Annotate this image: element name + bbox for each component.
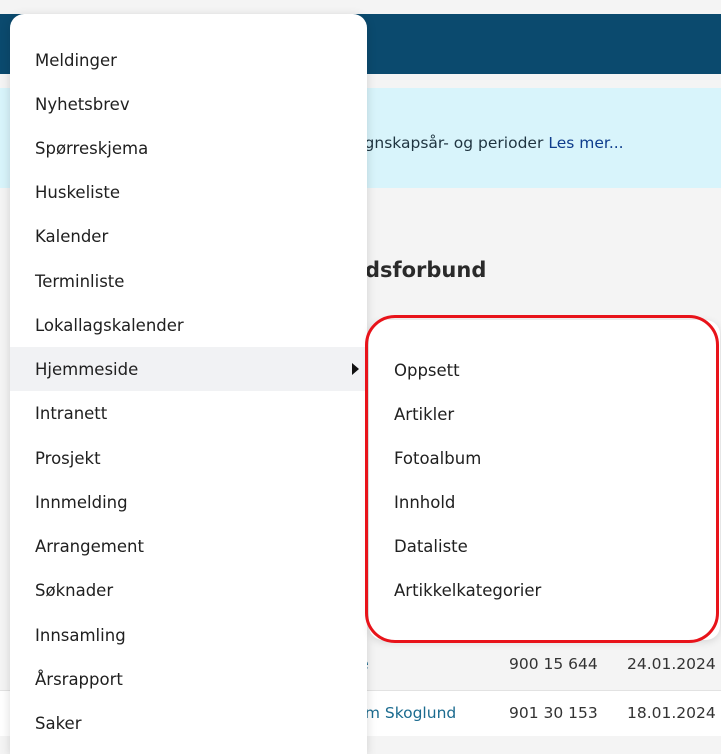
menu-item-label: Søknader	[35, 580, 114, 600]
menu-item-label: Hjemmeside	[35, 359, 139, 379]
member-phone: 900 15 644	[509, 655, 598, 673]
menu-item-label: Meldinger	[35, 50, 117, 70]
submenu-item-label: Dataliste	[394, 536, 468, 556]
submenu-item-oppsett[interactable]: Oppsett	[369, 348, 720, 392]
menu-item-label: Huskeliste	[35, 182, 120, 202]
menu-item-label: Intranett	[35, 403, 108, 423]
submenu-item-artikkelkategorier[interactable]: Artikkelkategorier	[369, 568, 720, 612]
info-banner-message: egnskapsår- og perioder	[355, 134, 544, 152]
submenu-item-label: Artikler	[394, 404, 455, 424]
main-dropdown-menu: Meldinger Nyhetsbrev Spørreskjema Huskel…	[10, 14, 367, 754]
submenu-item-label: Oppsett	[394, 360, 460, 380]
menu-item-terminliste[interactable]: Terminliste	[10, 259, 367, 303]
menu-item-label: Kalender	[35, 226, 109, 246]
menu-item-kalender[interactable]: Kalender	[10, 214, 367, 258]
menu-item-prosjekt[interactable]: Prosjekt	[10, 436, 367, 480]
menu-item-label: Spørreskjema	[35, 138, 149, 158]
submenu-item-label: Innhold	[394, 492, 456, 512]
menu-item-hjemmeside[interactable]: Hjemmeside	[10, 347, 367, 391]
menu-item-label: Innsamling	[35, 625, 126, 645]
menu-item-label: Saker	[35, 713, 82, 733]
menu-item-label: Prosjekt	[35, 448, 101, 468]
submenu-item-artikler[interactable]: Artikler	[369, 392, 720, 436]
menu-item-label: Terminliste	[35, 271, 125, 291]
menu-item-lokallagskalender[interactable]: Lokallagskalender	[10, 303, 367, 347]
member-date: 18.01.2024	[627, 704, 716, 722]
menu-item-label: Innmelding	[35, 492, 128, 512]
menu-item-saker[interactable]: Saker	[10, 701, 367, 745]
menu-item-label: Lokallagskalender	[35, 315, 184, 335]
menu-item-soknader[interactable]: Søknader	[10, 568, 367, 612]
member-date: 24.01.2024	[627, 655, 716, 673]
menu-item-sporreskjema[interactable]: Spørreskjema	[10, 126, 367, 170]
menu-item-arsrapport[interactable]: Årsrapport	[10, 657, 367, 701]
submenu-item-label: Fotoalbum	[394, 448, 482, 468]
menu-item-innmelding[interactable]: Innmelding	[10, 480, 367, 524]
submenu-arrow-icon	[352, 363, 359, 375]
submenu-item-fotoalbum[interactable]: Fotoalbum	[369, 436, 720, 480]
menu-item-label: Arrangement	[35, 536, 144, 556]
menu-item-nyhetsbrev[interactable]: Nyhetsbrev	[10, 82, 367, 126]
menu-item-meldinger[interactable]: Meldinger	[10, 38, 367, 82]
submenu-item-dataliste[interactable]: Dataliste	[369, 524, 720, 568]
menu-item-arrangement[interactable]: Arrangement	[10, 524, 367, 568]
menu-item-intranett[interactable]: Intranett	[10, 391, 367, 435]
submenu-item-label: Artikkelkategorier	[394, 580, 542, 600]
member-name-link[interactable]: um Skoglund	[355, 704, 456, 722]
submenu-item-innhold[interactable]: Innhold	[369, 480, 720, 524]
member-phone: 901 30 153	[509, 704, 598, 722]
section-title: ndsforbund	[350, 258, 487, 282]
menu-item-label: Årsrapport	[35, 669, 123, 689]
menu-item-huskeliste[interactable]: Huskeliste	[10, 170, 367, 214]
menu-item-label: Nyhetsbrev	[35, 94, 130, 114]
hjemmeside-submenu: Oppsett Artikler Fotoalbum Innhold Datal…	[369, 320, 720, 640]
info-banner-text: egnskapsår- og perioder Les mer...	[355, 134, 624, 152]
read-more-link[interactable]: Les mer...	[548, 134, 623, 152]
menu-item-innsamling[interactable]: Innsamling	[10, 613, 367, 657]
